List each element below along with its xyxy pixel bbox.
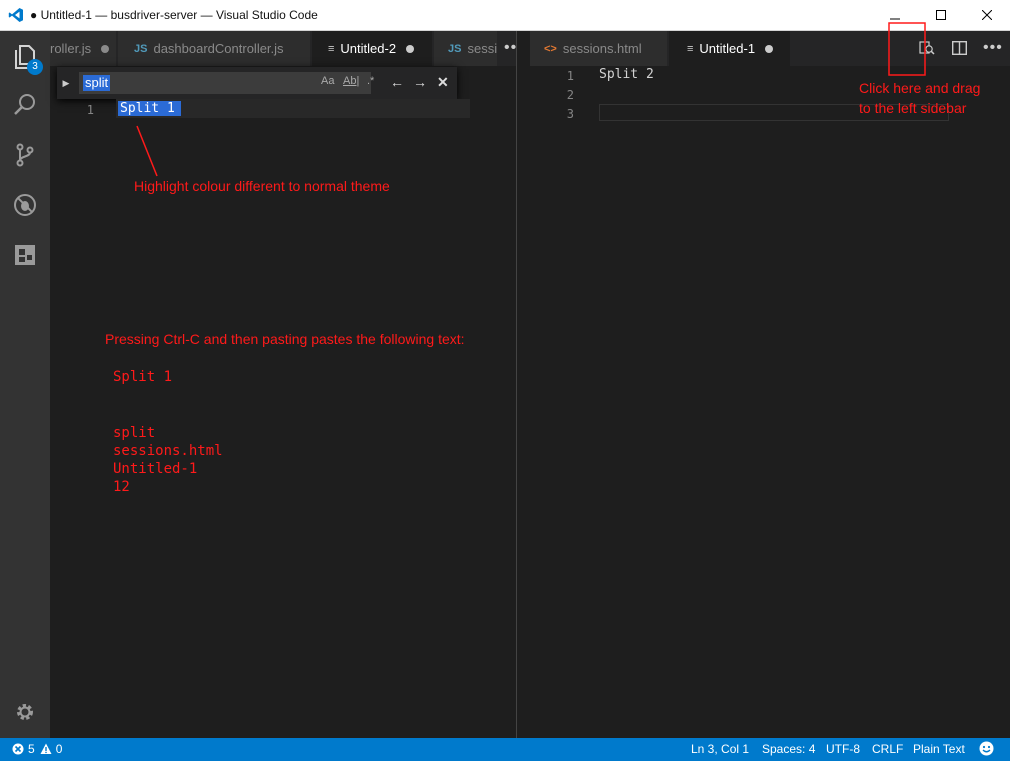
annotation-arrow-line [136, 125, 158, 177]
status-bar: 5 0 Ln 3, Col 1 Spaces: 4 UTF-8 CRLF Pla… [0, 738, 1010, 761]
annotation-highlight-box [888, 22, 926, 76]
annotation-highlight-note: Highlight colour different to normal the… [134, 178, 390, 194]
warning-icon [40, 743, 52, 754]
annotation-paste-text-1: Split 1 [113, 369, 173, 385]
eol-status[interactable]: CRLF [872, 742, 903, 756]
annotation-drag-note-1: Click here and drag [859, 80, 981, 96]
feedback-smiley-icon[interactable] [979, 741, 994, 759]
annotation-paste-text-2: split sessions.html Untitled-1 12 [113, 425, 223, 495]
annotation-paste-intro: Pressing Ctrl-C and then pasting pastes … [105, 331, 465, 347]
error-count: 5 [28, 742, 35, 756]
indentation-status[interactable]: Spaces: 4 [762, 742, 815, 756]
problems-status[interactable]: 5 0 [12, 742, 62, 756]
error-icon [12, 743, 24, 755]
warning-count: 0 [55, 742, 63, 756]
language-mode[interactable]: Plain Text [913, 742, 965, 756]
annotation-drag-note-2: to the left sidebar [859, 100, 967, 116]
encoding-status[interactable]: UTF-8 [826, 742, 860, 756]
cursor-position[interactable]: Ln 3, Col 1 [691, 742, 749, 756]
